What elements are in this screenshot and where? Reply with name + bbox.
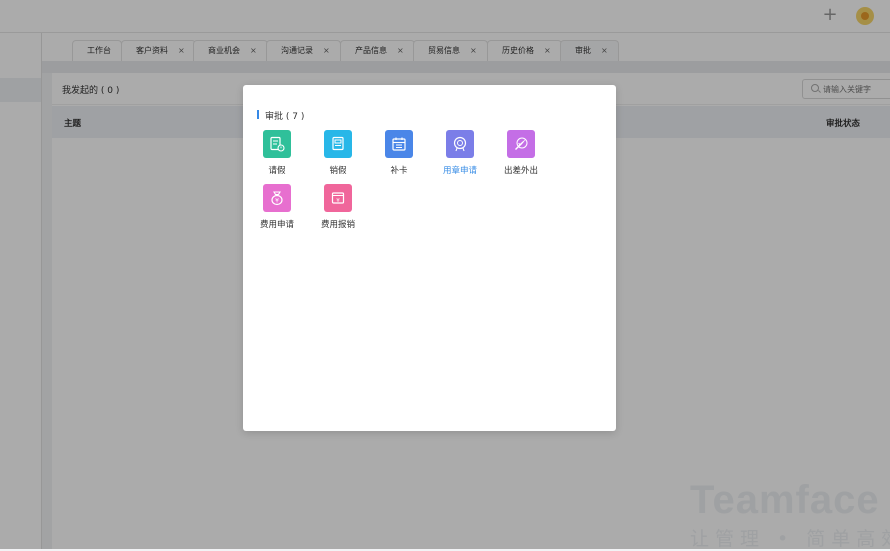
leave-form-icon: [263, 130, 291, 158]
title-accent-bar: [257, 110, 259, 119]
dialog-title: 审批 ( 7 ): [265, 112, 305, 122]
seal-icon: [446, 130, 474, 158]
app-label: 销假: [329, 166, 347, 176]
app-label: 费用申请: [259, 220, 294, 230]
approval-dialog: 审批 ( 7 ) 请假 销假 补卡 用章申请 出差外出 ¥ 费用申请 ¥ 费用报…: [243, 85, 616, 431]
app-expense-request[interactable]: ¥ 费用申请: [251, 184, 303, 232]
app-label: 费用报销: [320, 220, 355, 230]
money-bag-icon: ¥: [263, 184, 291, 212]
app-label: 用章申请: [442, 166, 477, 176]
plane-icon: [507, 130, 535, 158]
app-label: 出差外出: [503, 166, 538, 176]
app-business-trip[interactable]: 出差外出: [495, 130, 547, 178]
leave-cancel-icon: [324, 130, 352, 158]
app-leave[interactable]: 请假: [251, 130, 303, 178]
svg-text:¥: ¥: [336, 198, 340, 204]
app-seal-request[interactable]: 用章申请: [434, 130, 486, 178]
app-clock-in-fix[interactable]: 补卡: [373, 130, 425, 178]
app-expense-reimbursement[interactable]: ¥ 费用报销: [312, 184, 364, 232]
reimburse-icon: ¥: [324, 184, 352, 212]
svg-text:¥: ¥: [275, 198, 279, 205]
app-leave-cancel[interactable]: 销假: [312, 130, 364, 178]
calendar-icon: [385, 130, 413, 158]
app-label: 请假: [268, 166, 286, 176]
app-label: 补卡: [390, 166, 408, 176]
